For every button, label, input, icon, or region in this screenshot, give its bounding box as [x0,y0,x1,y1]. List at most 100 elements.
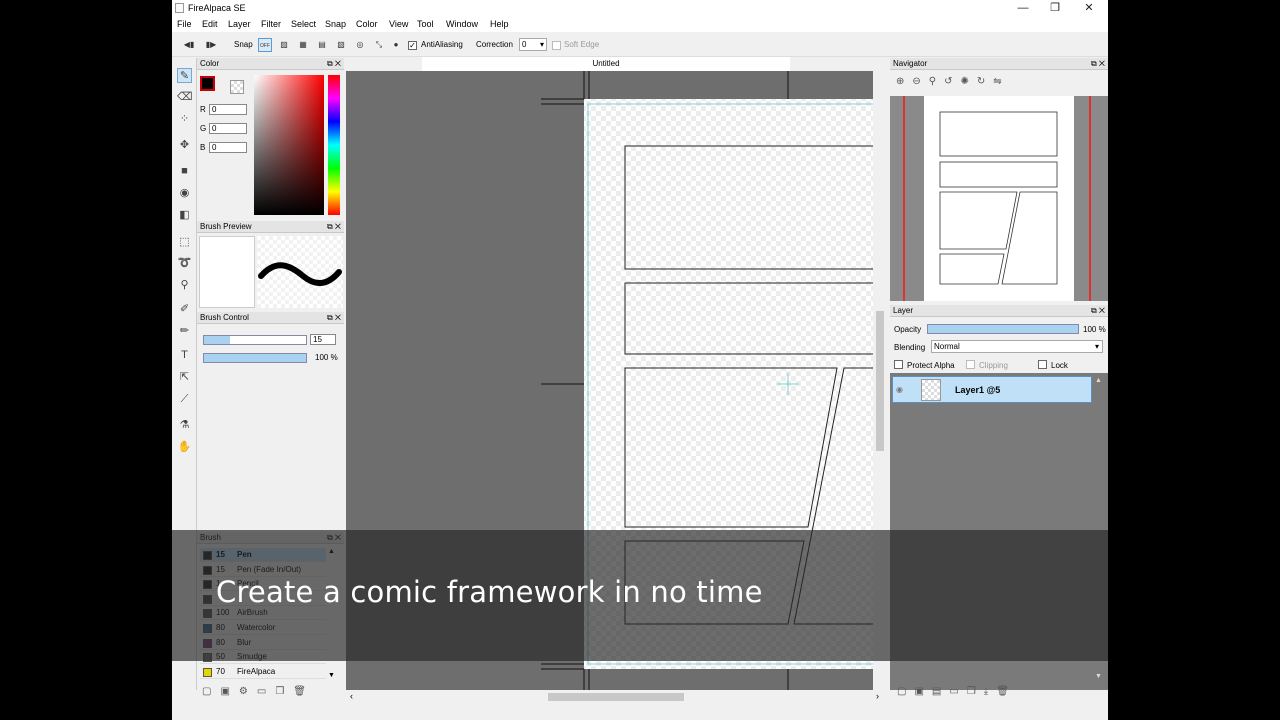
dot-tool-icon[interactable]: ⁘ [177,112,192,127]
gradient-tool-icon[interactable]: ◧ [177,208,192,223]
snap-parallel-icon[interactable]: ▨ [277,38,291,52]
hue-slider[interactable] [328,75,340,215]
layer-opacity-slider[interactable] [927,324,1079,334]
snap-crisscross-icon[interactable]: ▤ [315,38,329,52]
brush-opacity-slider[interactable] [203,353,307,363]
menu-snap[interactable]: Snap [325,19,346,29]
redo-icon[interactable]: ▮▶ [204,38,218,52]
correction-select[interactable]: 0 ▾ [519,38,547,51]
pen-tool-icon[interactable]: ✎ [177,68,192,83]
duplicate-layer-icon[interactable]: ❐ [967,686,984,697]
close-button[interactable]: ✕ [1072,0,1106,17]
panel-controls-icon[interactable]: ⧉ ✕ [327,58,341,70]
brush-item[interactable]: 50 Smudge [200,650,326,665]
layer-visibility-icon[interactable]: ◉ [896,385,903,394]
magic-wand-tool-icon[interactable]: ⚲ [177,278,192,293]
b-input[interactable]: 0 [209,142,247,153]
hand-tool-icon[interactable]: ✋ [177,440,192,455]
snap-curve-icon[interactable]: ⤡ [372,38,386,52]
operation-tool-icon[interactable]: ⇱ [177,370,192,385]
flip-icon[interactable]: ⇋ [993,76,1009,87]
vertical-scrollbar[interactable] [873,71,887,690]
scroll-down-icon[interactable]: ▼ [1095,673,1102,680]
brush-item[interactable]: 80 Watercolor [200,621,326,635]
soft-edge-checkbox[interactable] [552,41,561,50]
brush-item[interactable]: 70 FireAlpaca [200,665,326,679]
menu-file[interactable]: File [177,19,192,29]
brush-size-input[interactable]: 15 [310,334,336,345]
scroll-up-icon[interactable]: ▲ [328,548,335,555]
layer-row[interactable]: ◉ Layer1 @5 [892,376,1092,403]
brush-folder-icon[interactable]: ▭ [257,686,275,697]
snap-circle-icon[interactable]: ◎ [353,38,367,52]
undo-icon[interactable]: ◀▮ [182,38,196,52]
navigator-preview[interactable] [890,96,1108,301]
lasso-tool-icon[interactable]: ➰ [177,256,192,271]
zoom-reset-icon[interactable]: ⚲ [929,76,944,87]
brush-settings-icon[interactable]: ⚙ [239,686,257,697]
delete-brush-icon[interactable]: 🗑 [293,686,315,697]
eraser-tool-icon[interactable]: ⌫ [177,90,193,105]
menu-layer[interactable]: Layer [228,19,251,29]
delete-layer-icon[interactable]: 🗑 [996,686,1017,697]
vertical-scroll-thumb[interactable] [876,311,884,451]
new-layer-icon[interactable]: ▢ [897,686,914,697]
rotate-right-icon[interactable]: ↻ [977,76,993,87]
blending-select[interactable]: Normal ▾ [931,340,1103,353]
fill-rect-tool-icon[interactable]: ■ [177,164,192,179]
rotate-left-icon[interactable]: ↺ [944,76,960,87]
divide-tool-icon[interactable]: ⟋ [177,392,192,407]
layer-folder-icon[interactable]: ▭ [949,686,966,697]
select-tool-icon[interactable]: ⬚ [177,235,192,250]
rotate-reset-icon[interactable]: ✺ [961,76,977,87]
saturation-value-picker[interactable] [254,75,324,215]
zoom-in-icon[interactable]: ⊕ [896,76,912,87]
protect-alpha-checkbox[interactable] [894,360,903,369]
restore-button[interactable]: ❐ [1038,0,1072,17]
horizontal-scrollbar[interactable]: ‹ › [346,690,887,704]
menu-edit[interactable]: Edit [202,19,218,29]
clipping-checkbox[interactable] [966,360,975,369]
primary-color-swatch[interactable] [200,76,215,91]
panel-controls-icon[interactable]: ⧉ ✕ [1091,305,1105,317]
transparent-color-swatch[interactable] [230,80,244,94]
menu-tool[interactable]: Tool [417,19,434,29]
new-8bit-layer-icon[interactable]: ▣ [914,686,931,697]
menu-window[interactable]: Window [446,19,478,29]
text-tool-icon[interactable]: T [177,348,192,363]
snap-vanishing-icon[interactable]: ▧ [334,38,348,52]
menu-help[interactable]: Help [490,19,509,29]
menu-view[interactable]: View [389,19,408,29]
menu-color[interactable]: Color [356,19,378,29]
menu-select[interactable]: Select [291,19,316,29]
duplicate-brush-icon[interactable]: ❐ [275,686,293,697]
g-input[interactable]: 0 [209,123,247,134]
antialiasing-checkbox[interactable]: ✓ [408,41,417,50]
brush-item[interactable]: 15 Pen [200,548,326,562]
bucket-tool-icon[interactable]: ◉ [177,186,192,201]
r-input[interactable]: 0 [209,104,247,115]
panel-controls-icon[interactable]: ⧉ ✕ [327,532,341,544]
menu-filter[interactable]: Filter [261,19,281,29]
scroll-left-icon[interactable]: ‹ [350,691,353,701]
snap-grid-icon[interactable]: ▦ [296,38,310,52]
select-eraser-tool-icon[interactable]: ✏ [177,324,192,339]
brush-size-slider[interactable] [203,335,307,345]
minimize-button[interactable]: — [1006,0,1040,17]
merge-layer-icon[interactable]: ⤓ [984,686,996,697]
horizontal-scroll-thumb[interactable] [548,693,684,701]
select-pen-tool-icon[interactable]: ✐ [177,302,192,317]
new-brush-icon[interactable]: ▢ [202,686,220,697]
zoom-out-icon[interactable]: ⊖ [912,76,928,87]
eyedropper-tool-icon[interactable]: ⚗ [177,418,192,433]
panel-controls-icon[interactable]: ⧉ ✕ [1091,58,1105,70]
brush-item[interactable]: 80 Blur [200,636,326,650]
snap-settings-icon[interactable]: ● [389,38,403,52]
new-brush-from-file-icon[interactable]: ▣ [220,686,238,697]
scroll-up-icon[interactable]: ▲ [1095,377,1102,384]
snap-off-button[interactable]: OFF [258,38,272,52]
panel-controls-icon[interactable]: ⧉ ✕ [327,312,341,324]
move-tool-icon[interactable]: ✥ [177,138,192,153]
scroll-right-icon[interactable]: › [876,691,879,701]
tab-untitled[interactable]: Untitled [422,57,790,71]
